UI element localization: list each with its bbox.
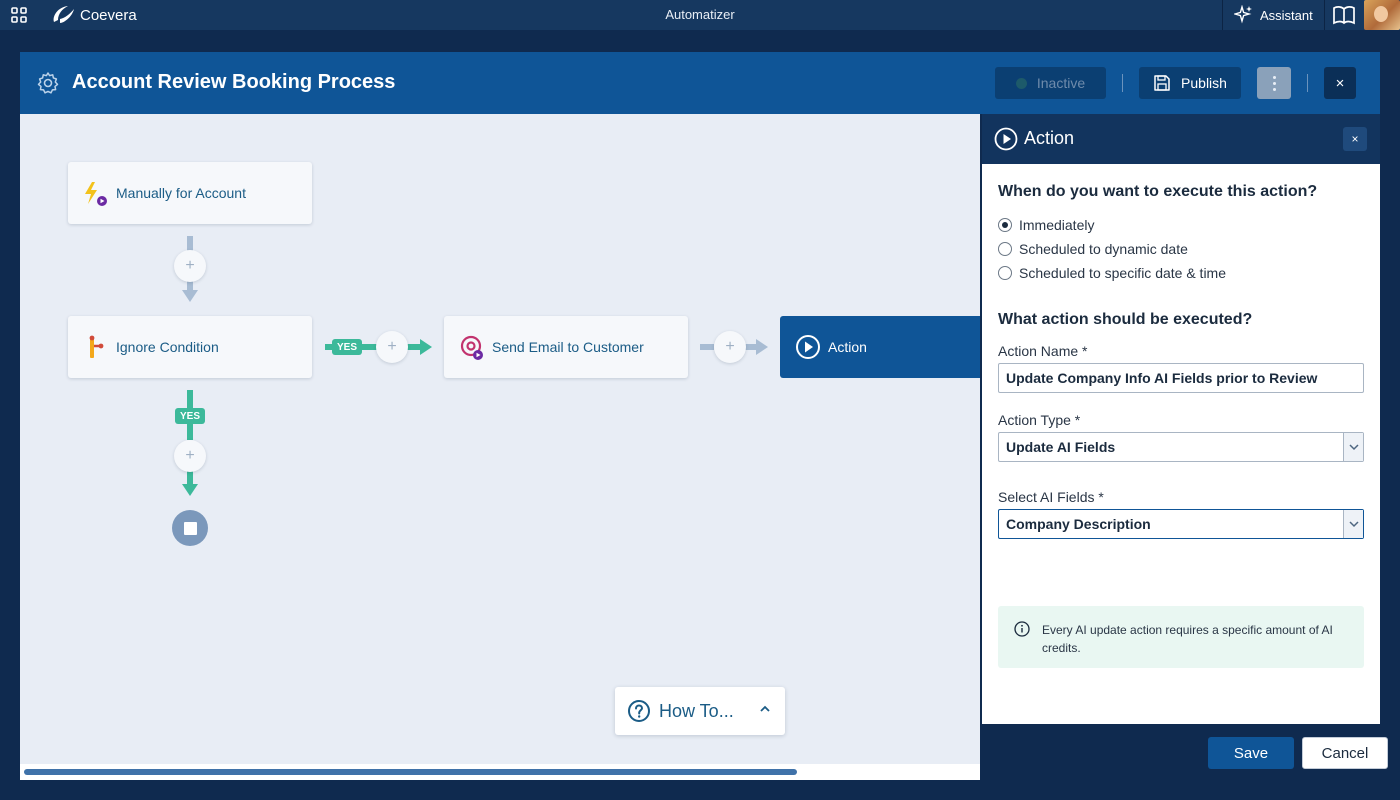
topbar-divider: [1222, 0, 1223, 30]
topbar-divider: [1324, 0, 1325, 30]
when-question: When do you want to execute this action?: [998, 183, 1318, 200]
how-to-button[interactable]: How To...: [615, 687, 785, 735]
header-divider: [1122, 74, 1123, 92]
action-panel-header: Action ×: [982, 114, 1380, 164]
cancel-button[interactable]: Cancel: [1302, 737, 1388, 769]
radio-immediately[interactable]: Immediately: [998, 217, 1094, 233]
end-node[interactable]: [172, 510, 208, 546]
assistant-label: Assistant: [1260, 7, 1313, 23]
brand-logo-icon: [53, 6, 74, 23]
ai-fields-label: Select AI Fields *: [998, 489, 1104, 505]
book-icon[interactable]: [1332, 5, 1356, 25]
more-options-button[interactable]: [1257, 67, 1291, 99]
arrow-down-icon: [182, 290, 198, 302]
header-divider: [1307, 74, 1308, 92]
action-name-input[interactable]: Update Company Info AI Fields prior to R…: [998, 363, 1364, 393]
scrollbar-thumb[interactable]: [24, 769, 797, 775]
yes-branch-badge: YES: [175, 408, 205, 424]
action-type-label: Action Type *: [998, 412, 1081, 428]
inactive-toggle-button[interactable]: Inactive: [995, 67, 1106, 99]
send-email-node[interactable]: Send Email to Customer: [444, 316, 688, 378]
arrow-down-icon: [182, 484, 198, 496]
add-step-button[interactable]: +: [174, 250, 206, 282]
app-grid-icon[interactable]: [10, 6, 28, 24]
radio-dynamic-date[interactable]: Scheduled to dynamic date: [998, 241, 1188, 257]
action-type-select[interactable]: Update AI Fields: [998, 432, 1364, 462]
brand-name: Coevera: [80, 6, 137, 24]
arrow-right-icon: [420, 339, 432, 355]
save-disk-icon: [1154, 75, 1170, 91]
yes-branch-badge: YES: [332, 339, 362, 355]
workflow-header: Account Review Booking Process Inactive …: [20, 52, 1380, 114]
radio-circle[interactable]: [998, 242, 1012, 256]
radio-label: Immediately: [1019, 217, 1095, 233]
radio-label: Scheduled to dynamic date: [1019, 241, 1188, 257]
condition-branch-icon: [89, 335, 104, 358]
close-panel-button[interactable]: ×: [1343, 127, 1367, 151]
action-panel-body: When do you want to execute this action?…: [982, 164, 1380, 724]
trigger-label: Manually for Account: [116, 185, 246, 201]
assistant-button[interactable]: Assistant: [1234, 5, 1313, 25]
what-question: What action should be executed?: [998, 311, 1253, 328]
radio-circle[interactable]: [998, 218, 1012, 232]
status-dot-icon: [1015, 77, 1027, 89]
top-bar: Coevera Automatizer Assistant: [0, 0, 1400, 30]
brand-logo[interactable]: Coevera: [50, 4, 137, 26]
email-at-icon: [460, 335, 483, 360]
arrow-right-icon: [756, 339, 768, 355]
stop-icon: [183, 521, 197, 535]
radio-circle[interactable]: [998, 266, 1012, 280]
horizontal-scrollbar[interactable]: [20, 764, 980, 780]
action-node-label: Action: [828, 339, 867, 355]
info-icon: [1014, 621, 1030, 637]
lightning-trigger-icon: [85, 182, 107, 206]
radio-specific-date[interactable]: Scheduled to specific date & time: [998, 265, 1226, 281]
gear-icon[interactable]: [36, 71, 60, 95]
publish-button[interactable]: Publish: [1139, 67, 1241, 99]
user-avatar[interactable]: [1364, 0, 1400, 30]
condition-node[interactable]: Ignore Condition: [68, 316, 312, 378]
ai-credits-info-note: Every AI update action requires a specif…: [998, 606, 1364, 668]
ai-fields-value: Company Description: [1006, 516, 1151, 532]
publish-label: Publish: [1181, 75, 1227, 91]
condition-label: Ignore Condition: [116, 339, 219, 355]
chevron-down-icon[interactable]: [1343, 510, 1363, 538]
ai-fields-select[interactable]: Company Description: [998, 509, 1364, 539]
workflow-title: Account Review Booking Process: [72, 71, 396, 93]
chevron-down-icon[interactable]: [1343, 433, 1363, 461]
info-note-text: Every AI update action requires a specif…: [1042, 623, 1333, 655]
add-step-button[interactable]: +: [376, 331, 408, 363]
add-step-button[interactable]: +: [714, 331, 746, 363]
play-circle-icon: [796, 335, 820, 359]
action-panel-title: Action: [1024, 128, 1075, 148]
sparkle-icon: [1234, 5, 1252, 24]
more-dots-icon: [1272, 75, 1276, 79]
radio-label: Scheduled to specific date & time: [1019, 265, 1227, 281]
trigger-node[interactable]: Manually for Account: [68, 162, 312, 224]
status-label: Inactive: [1036, 75, 1086, 91]
workflow-window: Account Review Booking Process Inactive …: [20, 52, 1388, 780]
action-node[interactable]: Action: [780, 316, 980, 378]
app-title: Automatizer: [665, 7, 735, 22]
play-circle-icon: [994, 127, 1018, 151]
help-question-icon: [628, 700, 650, 722]
chevron-up-icon: [760, 705, 770, 712]
close-workflow-button[interactable]: ×: [1324, 67, 1356, 99]
how-to-label: How To...: [659, 700, 734, 721]
connector-line: [700, 344, 714, 350]
action-name-label: Action Name *: [998, 343, 1088, 359]
add-step-button[interactable]: +: [174, 440, 206, 472]
send-email-label: Send Email to Customer: [492, 339, 644, 355]
save-button[interactable]: Save: [1208, 737, 1294, 769]
action-panel: Action × When do you want to execute thi…: [980, 114, 1388, 780]
action-type-value: Update AI Fields: [1006, 439, 1116, 455]
